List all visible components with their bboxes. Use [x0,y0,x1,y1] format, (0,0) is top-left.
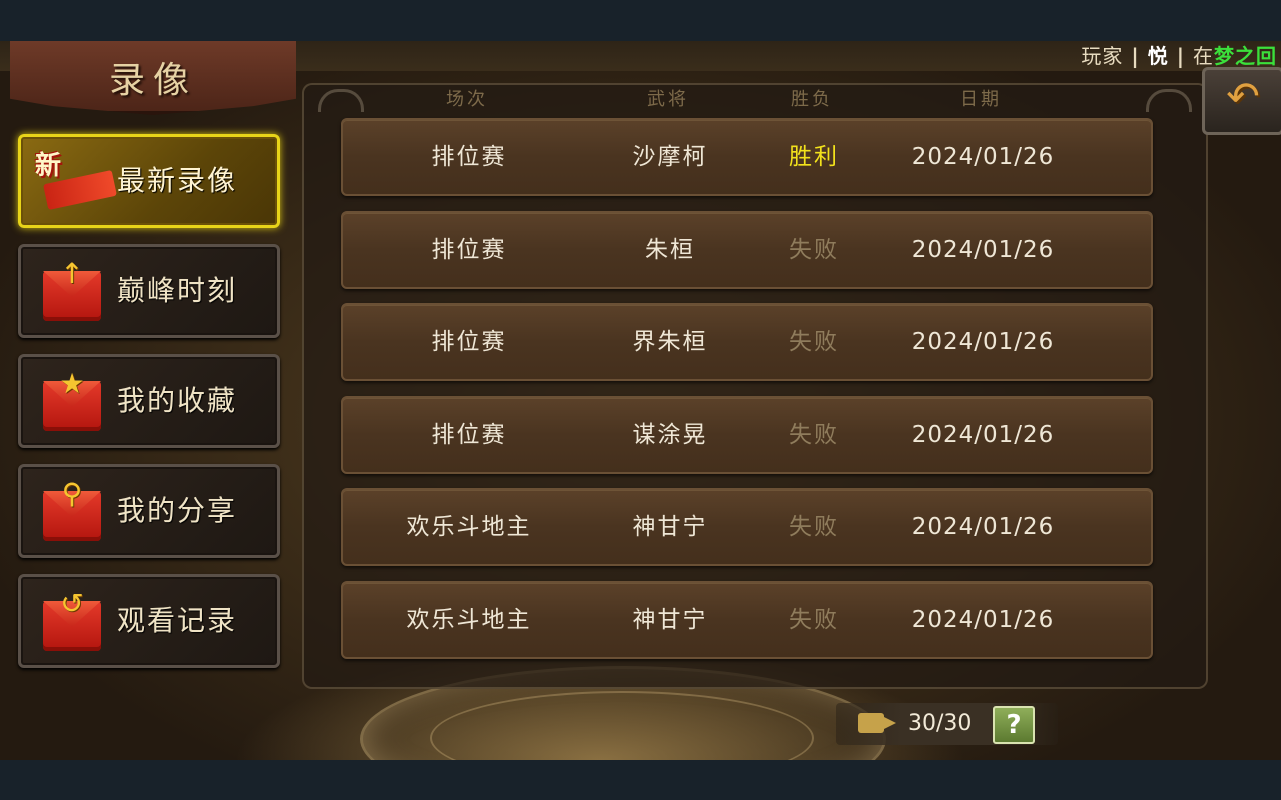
replay-counter: 30/30 ? [836,703,1058,745]
match-mode: 排位赛 [431,144,507,170]
sidebar-item-label: 观看记录 [117,604,238,637]
column-header-mode: 场次 [446,89,488,110]
player-label: 玩家 [1081,44,1124,68]
match-mode: 排位赛 [431,421,507,448]
match-result: 失败 [789,236,839,263]
hero-name: 沙摩柯 [632,144,708,170]
sidebar-item-peak-moments[interactable]: ↑ 巅峰时刻 [18,244,280,338]
match-mode: 欢乐斗地主 [406,514,532,540]
hero-name: 朱桓 [645,236,695,263]
match-date: 2024/01/26 [911,236,1055,263]
match-result: 失败 [789,329,839,355]
history-icon: ↺ [60,587,84,620]
hero-name: 谋涂晃 [632,421,708,448]
table-header: 场次 武将 胜负 日期 [0,85,1281,113]
share-icon: ⚲ [61,477,83,510]
sidebar-item-shares[interactable]: ⚲ 我的分享 [18,464,280,558]
match-date: 2024/01/26 [911,329,1055,355]
replay-row[interactable]: 排位赛 朱桓 失败 2024/01/26 [341,210,1153,289]
player-info: 玩家 | 悦 | 在梦之回 [1081,43,1277,69]
match-date: 2024/01/26 [911,514,1055,540]
sidebar-item-favorites[interactable]: ★ 我的收藏 [18,354,280,448]
sidebar-item-label: 巅峰时刻 [117,274,238,307]
match-mode: 排位赛 [431,236,507,263]
help-button[interactable]: ? [993,706,1035,744]
separator: | [1131,44,1140,68]
sidebar-item-latest-replays[interactable]: 新 最新录像 [18,134,280,228]
video-camera-icon [858,713,896,733]
sidebar-item-label: 我的收藏 [117,384,238,417]
letterbox-bottom [0,760,1281,800]
match-result: 失败 [789,514,839,540]
sidebar: 新 最新录像 ↑ 巅峰时刻 ★ 我的收藏 ⚲ 我的分享 ↺ 观看记录 [18,134,280,684]
star-icon: ★ [59,367,85,400]
back-arrow-icon: ↶ [1226,74,1260,120]
new-icon: 新 [35,151,62,181]
replay-row[interactable]: 欢乐斗地主 神甘宁 失败 2024/01/26 [341,488,1153,566]
column-header-hero: 武将 [647,89,689,110]
match-date: 2024/01/26 [911,144,1055,170]
replay-row[interactable]: 排位赛 谋涂晃 失败 2024/01/26 [341,395,1153,474]
replay-row[interactable]: 欢乐斗地主 神甘宁 失败 2024/01/26 [341,580,1153,659]
location-name: 梦之回 [1214,44,1277,68]
match-result: 胜利 [789,144,839,170]
letterbox-top [0,0,1281,41]
column-header-date: 日期 [960,89,1002,110]
separator: | [1176,44,1185,68]
location-prefix: 在 [1193,44,1214,68]
match-result: 失败 [789,606,839,633]
back-button[interactable]: ↶ [1202,67,1281,135]
hero-name: 神甘宁 [632,606,708,633]
match-date: 2024/01/26 [911,421,1055,448]
match-date: 2024/01/26 [911,606,1055,633]
hero-name: 界朱桓 [632,329,708,355]
replay-list: 排位赛 沙摩柯 胜利 2024/01/26 排位赛 朱桓 失败 2024/01/… [341,118,1153,673]
match-result: 失败 [789,421,839,448]
sidebar-item-label: 最新录像 [117,164,238,197]
replay-screen: 玩家 | 悦 | 在梦之回 录像 新 最新录像 ↑ 巅峰时刻 ★ 我的收藏 ⚲ 我的分享… [0,41,1281,760]
player-name: 悦 [1147,44,1169,68]
sidebar-item-label: 我的分享 [117,494,238,527]
replay-row[interactable]: 排位赛 界朱桓 失败 2024/01/26 [341,303,1153,381]
hero-name: 神甘宁 [632,514,708,540]
replay-row[interactable]: 排位赛 沙摩柯 胜利 2024/01/26 [341,118,1153,196]
replay-count: 30/30 [908,711,972,736]
column-header-result: 胜负 [791,89,833,110]
peak-moment-icon: ↑ [60,257,84,290]
match-mode: 排位赛 [431,329,507,355]
sidebar-item-history[interactable]: ↺ 观看记录 [18,574,280,668]
match-mode: 欢乐斗地主 [406,606,532,633]
